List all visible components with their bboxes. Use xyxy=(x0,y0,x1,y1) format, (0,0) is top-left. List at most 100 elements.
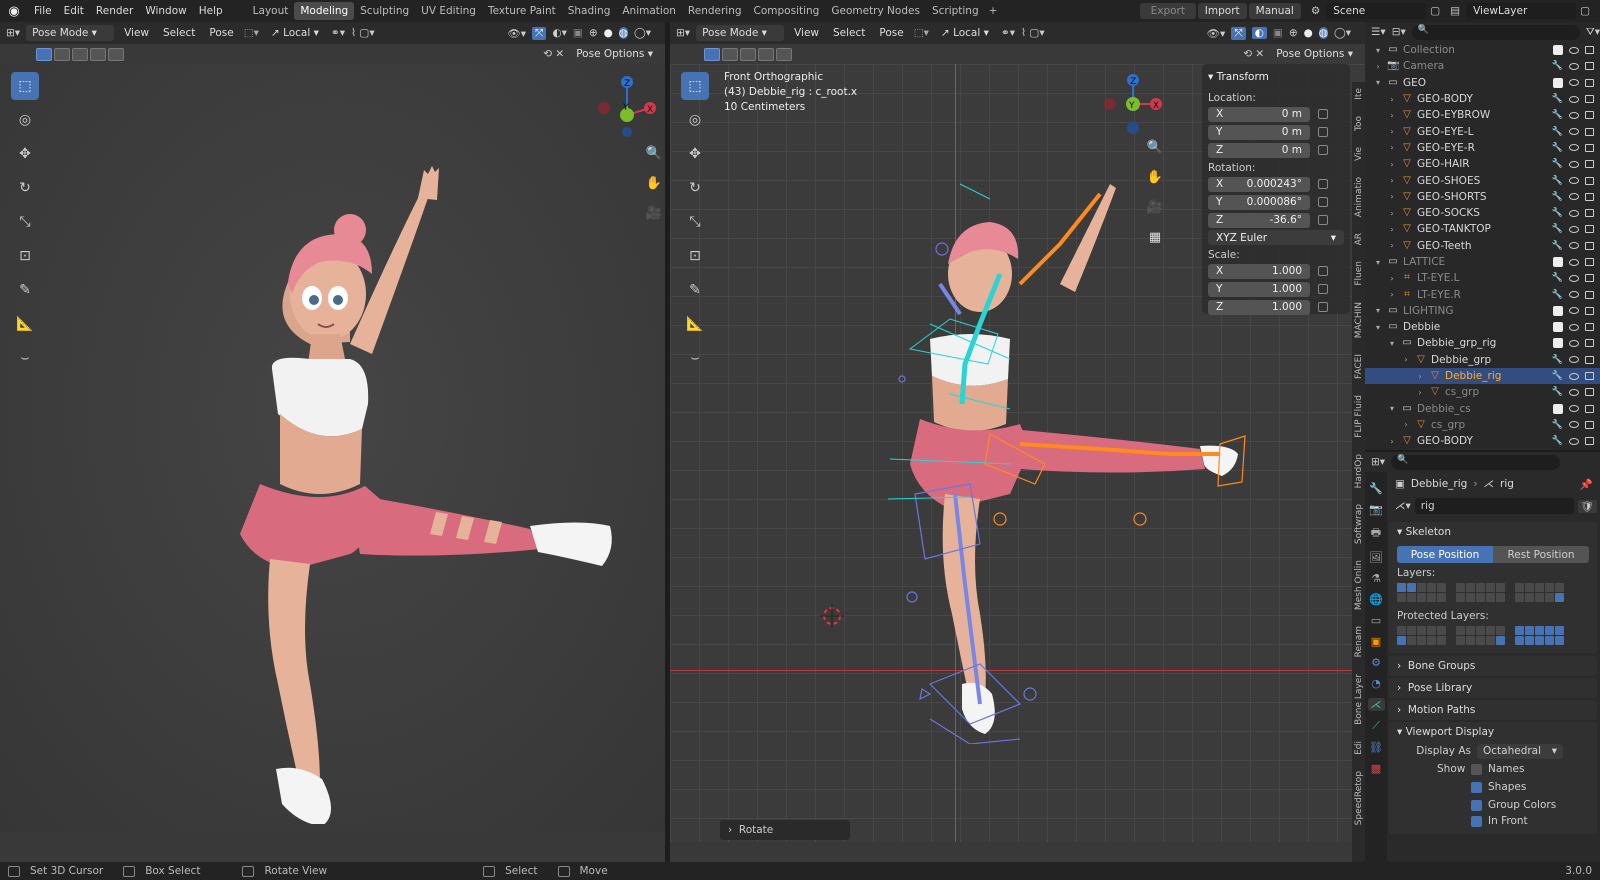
rotation-y-field[interactable]: Y 0.000086° xyxy=(1208,194,1310,210)
visibility-eye-icon[interactable] xyxy=(1569,339,1579,347)
collection-tab-icon[interactable]: ▭ xyxy=(1371,614,1381,627)
render-camera-icon[interactable] xyxy=(1585,143,1594,152)
outliner-row[interactable]: › ▽ GEO-SHOES 🔧 xyxy=(1365,172,1600,188)
tab-rendering[interactable]: Rendering xyxy=(682,2,748,20)
import-button[interactable]: Import xyxy=(1197,3,1247,19)
shading-solid-icon[interactable]: ● xyxy=(1304,27,1313,39)
visibility-eye-icon[interactable] xyxy=(1569,46,1579,54)
protected-layers-grid[interactable] xyxy=(1389,622,1597,653)
visibility-eye-icon[interactable] xyxy=(1569,388,1579,396)
blender-logo-icon[interactable]: ◉ xyxy=(0,4,28,19)
lock-icon[interactable] xyxy=(1318,197,1328,207)
pose-tools-icon[interactable]: ⬚▾ xyxy=(914,27,929,39)
render-camera-icon[interactable] xyxy=(1585,355,1594,364)
outliner-row[interactable]: › ⌗ LT-EYE.L 🔧 xyxy=(1365,270,1600,286)
visibility-eye-icon[interactable] xyxy=(1569,274,1579,282)
sidebar-tab-2[interactable]: Vie xyxy=(1354,147,1364,161)
sidebar-tab-0[interactable]: Ite xyxy=(1354,88,1364,100)
outliner-row[interactable]: › ▽ GEO-BODY 🔧 xyxy=(1365,433,1600,448)
data-name-field[interactable]: rig xyxy=(1414,498,1574,514)
pivot-icon[interactable]: ⚭▾ xyxy=(1001,27,1015,39)
visibility-eye-icon[interactable] xyxy=(1569,111,1579,119)
outliner-row[interactable]: › ▽ cs_grp 🔧 xyxy=(1365,417,1600,433)
tab-scripting[interactable]: Scripting xyxy=(926,2,985,20)
outliner-row[interactable]: ▾ ▭ GEO xyxy=(1365,75,1600,91)
outliner-row[interactable]: › ▽ Debbie_rig 🔧 xyxy=(1365,367,1600,385)
physics-tab-icon[interactable]: ◔ xyxy=(1371,677,1381,690)
expand-toggle-icon[interactable]: › xyxy=(1387,225,1397,234)
outliner-row[interactable]: ▾ ▭ Debbie_grp_rig xyxy=(1365,335,1600,351)
menu-pose[interactable]: Pose xyxy=(875,27,907,39)
expand-toggle-icon[interactable]: › xyxy=(1387,274,1397,283)
pose-options-dropdown[interactable]: Pose Options ▾ xyxy=(1270,46,1359,62)
render-camera-icon[interactable] xyxy=(1585,192,1594,201)
right-viewport[interactable]: ⊞▾ Pose Mode ▾ View Select Pose ⬚▾ ↗ Loc… xyxy=(670,22,1365,862)
exclude-checkbox[interactable] xyxy=(1553,322,1563,333)
outliner-row[interactable]: › ▽ GEO-Teeth 🔧 xyxy=(1365,238,1600,254)
visibility-eye-icon[interactable] xyxy=(1569,95,1579,103)
rotate-tool-icon[interactable]: ↻ xyxy=(11,174,39,202)
location-z-field[interactable]: Z 0 m xyxy=(1208,142,1310,158)
scale-tool-icon[interactable]: ⤡ xyxy=(11,208,39,236)
render-camera-icon[interactable] xyxy=(1585,111,1594,120)
pose-options-x-icon[interactable]: ⟲ ✕ xyxy=(1243,48,1264,60)
visibility-icon[interactable]: 👁▾ xyxy=(507,27,526,40)
world-tab-icon[interactable]: 🌐 xyxy=(1369,593,1383,606)
bone-groups-panel[interactable]: › Bone Groups xyxy=(1389,656,1597,676)
shading-solid-icon[interactable]: ● xyxy=(604,27,613,39)
render-camera-icon[interactable] xyxy=(1585,160,1594,169)
menu-pose[interactable]: Pose xyxy=(205,27,237,39)
modifier-tab-icon[interactable]: ⚙ xyxy=(1371,656,1381,669)
pan-hand-icon[interactable]: ✋ xyxy=(643,172,665,194)
expand-toggle-icon[interactable]: ▾ xyxy=(1373,46,1383,55)
menu-view[interactable]: View xyxy=(120,27,153,39)
visibility-eye-icon[interactable] xyxy=(1569,242,1579,250)
tab-uv-editing[interactable]: UV Editing xyxy=(415,2,482,20)
measure-tool-icon[interactable]: 📐 xyxy=(681,310,709,338)
outliner-row[interactable]: › ▽ cs_grp 🔧 xyxy=(1365,384,1600,400)
render-camera-icon[interactable] xyxy=(1585,372,1594,381)
render-camera-icon[interactable] xyxy=(1585,258,1594,266)
tab-shading[interactable]: Shading xyxy=(562,2,617,20)
expand-toggle-icon[interactable]: ▾ xyxy=(1387,404,1397,413)
outliner-row[interactable]: › ⌗ LT-EYE.R 🔧 xyxy=(1365,286,1600,302)
sidebar-tab-11[interactable]: Mesh Onlin xyxy=(1354,560,1364,610)
render-camera-icon[interactable] xyxy=(1585,176,1594,185)
left-viewport[interactable]: ⊞▾ Pose Mode ▾ View Select Pose ⬚▾ ↗ Loc… xyxy=(0,22,665,862)
expand-toggle-icon[interactable]: › xyxy=(1387,111,1397,120)
zoom-icon[interactable]: 🔍 xyxy=(1144,136,1166,158)
last-operator-panel[interactable]: › Rotate xyxy=(720,820,850,840)
visibility-eye-icon[interactable] xyxy=(1569,62,1579,70)
outliner-search[interactable]: 🔍 xyxy=(1411,24,1580,40)
expand-toggle-icon[interactable]: ▾ xyxy=(1373,78,1383,87)
move-tool-icon[interactable]: ✥ xyxy=(681,140,709,168)
relax-tool-icon[interactable]: ⌣ xyxy=(11,344,39,372)
render-camera-icon[interactable] xyxy=(1585,420,1594,429)
properties-search[interactable]: 🔍 xyxy=(1391,454,1560,470)
menu-help[interactable]: Help xyxy=(193,5,229,17)
select-modes[interactable] xyxy=(36,47,124,61)
shading-wire-icon[interactable]: ⊕ xyxy=(589,27,598,39)
expand-toggle-icon[interactable]: › xyxy=(1387,160,1397,169)
armature-data-tab-icon[interactable]: ⋌ xyxy=(1367,698,1385,711)
visibility-eye-icon[interactable] xyxy=(1569,177,1579,185)
exclude-checkbox[interactable] xyxy=(1553,305,1563,316)
group-colors-checkbox[interactable] xyxy=(1471,799,1482,811)
measure-tool-icon[interactable]: 📐 xyxy=(11,310,39,338)
sidebar-tab-14[interactable]: Edi xyxy=(1354,741,1364,755)
left-axis-gizmo[interactable]: Z X Y xyxy=(592,70,662,140)
pin-icon[interactable]: 📌 xyxy=(1580,478,1593,491)
rotation-z-field[interactable]: Z -36.6° xyxy=(1208,212,1310,228)
outliner-row[interactable]: › ▽ GEO-TANKTOP 🔧 xyxy=(1365,221,1600,237)
xray-icon[interactable]: ▣ xyxy=(1273,27,1283,39)
shading-rendered-icon[interactable]: ◯▾ xyxy=(1334,27,1351,39)
render-camera-icon[interactable] xyxy=(1585,339,1594,348)
transform-tool-icon[interactable]: ⊡ xyxy=(681,242,709,270)
outliner-row[interactable]: ▾ ▭ Debbie xyxy=(1365,319,1600,335)
lock-icon[interactable] xyxy=(1318,145,1328,155)
visibility-eye-icon[interactable] xyxy=(1569,225,1579,233)
output-tab-icon[interactable]: 🖶 xyxy=(1371,524,1381,543)
overlay-icon[interactable]: ◐▾ xyxy=(552,27,566,39)
outliner-row[interactable]: ▾ ▭ Debbie_cs xyxy=(1365,401,1600,417)
shading-material-icon[interactable]: ◍ xyxy=(1318,27,1328,39)
